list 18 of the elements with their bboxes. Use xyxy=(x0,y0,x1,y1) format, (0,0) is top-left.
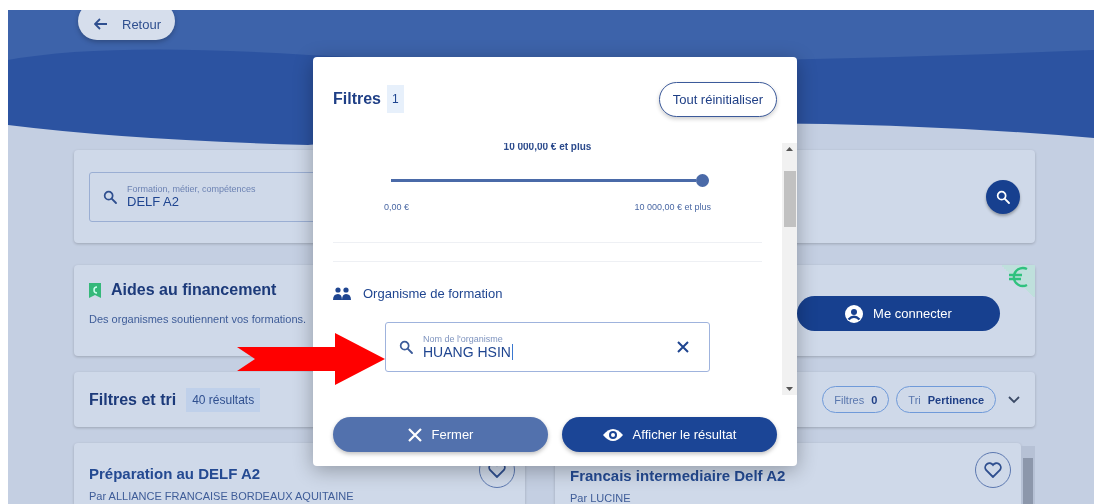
result-provider: Par LUCINE xyxy=(570,492,632,504)
card-text: Des organismes soutiennent vos formations. xyxy=(89,313,307,325)
modal-title: Filtres xyxy=(333,90,381,108)
result-title: Francais intermediaire Delf A2 xyxy=(570,467,786,485)
price-value: 10 000,00 € et plus xyxy=(502,143,593,152)
field-label: Formation, métier, compétences xyxy=(127,184,256,194)
field-label: Nom de l'organisme xyxy=(423,334,504,344)
min-label: 0,00 € xyxy=(384,202,410,212)
filter-count: 1 xyxy=(387,85,404,113)
card-title: Filtres et tri xyxy=(89,390,177,409)
max-label: 10 000,00 € et plus xyxy=(634,202,711,212)
result-title: Préparation au DELF A2 xyxy=(89,465,261,483)
field-value: HUANG HSIN xyxy=(423,344,513,360)
result-provider: Par ALLIANCE FRANCAISE BORDEAUX AQUITAINE xyxy=(89,490,355,503)
result-count: 40 résultats xyxy=(186,387,261,412)
field-value: DELF A2 xyxy=(127,194,181,209)
section-title: Organisme de formation xyxy=(363,286,503,301)
card-title: Aides au financement xyxy=(111,281,277,299)
